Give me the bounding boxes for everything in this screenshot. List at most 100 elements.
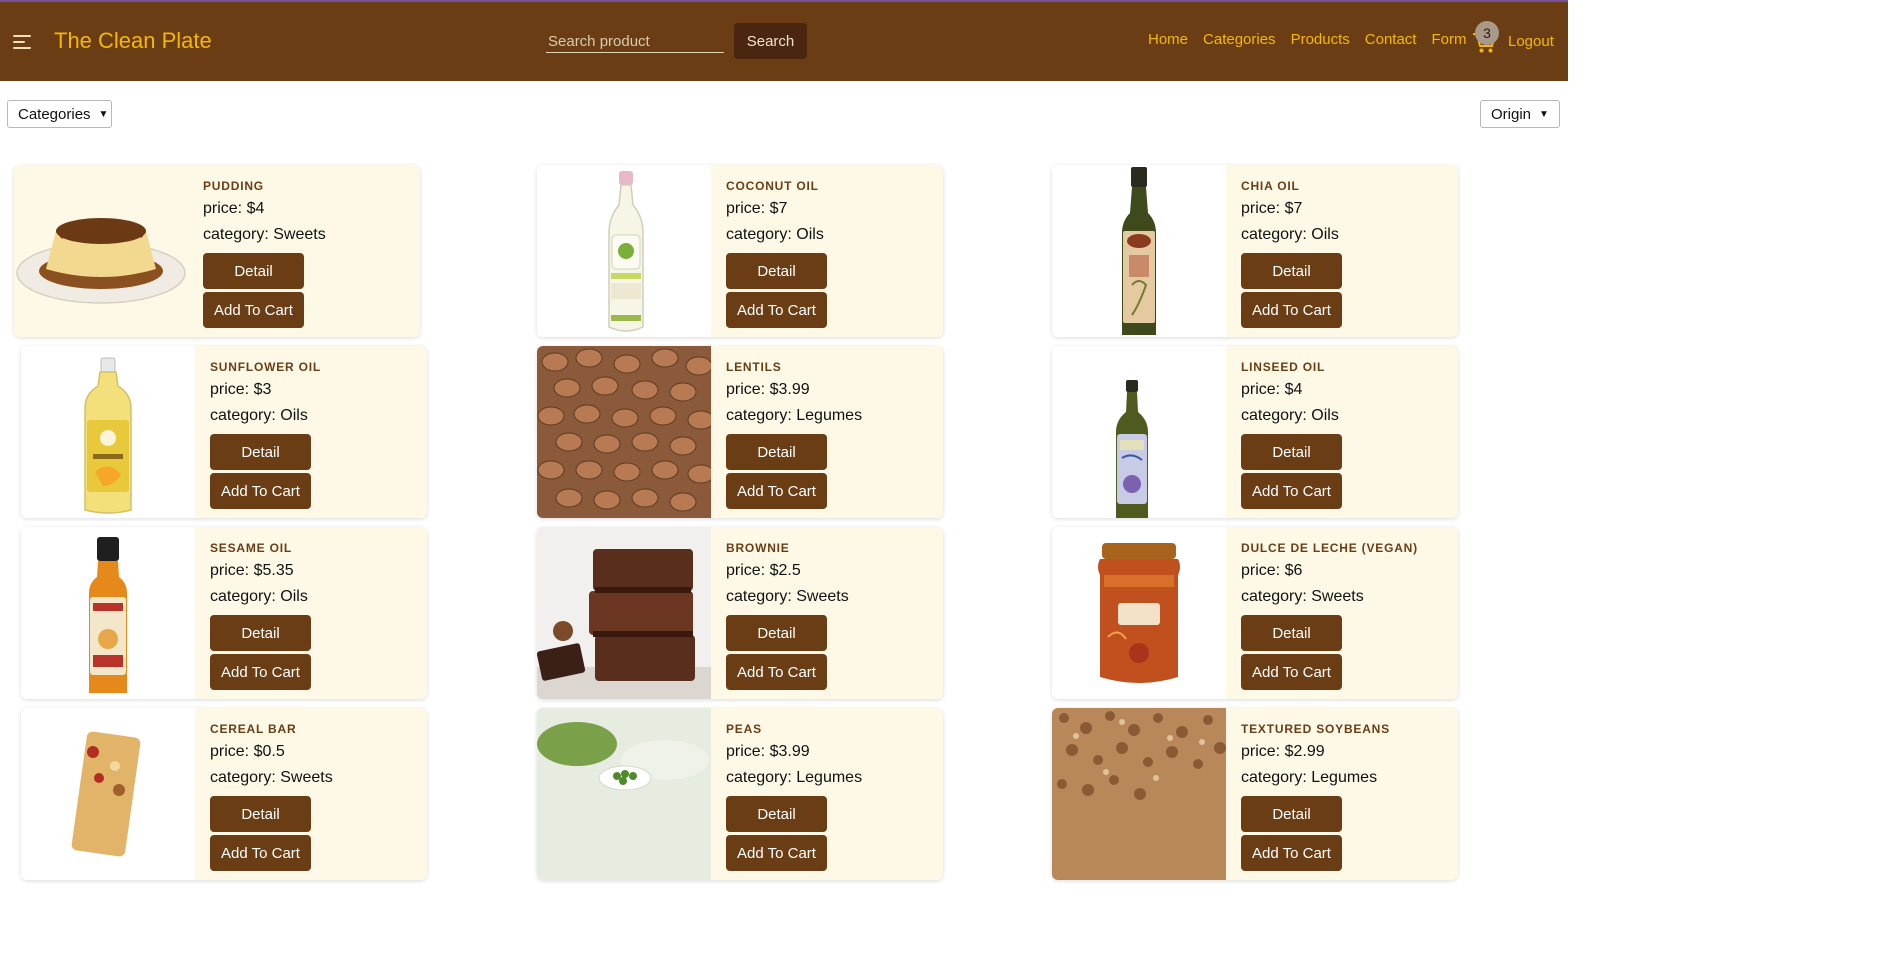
nav-link-home[interactable]: Home bbox=[1148, 31, 1188, 48]
product-image bbox=[21, 527, 195, 699]
product-image bbox=[14, 165, 188, 337]
detail-button[interactable]: Detail bbox=[1241, 615, 1342, 651]
product-category: category: Sweets bbox=[1241, 588, 1364, 605]
product-card: LINSEED OIL price: $4 category: Oils Det… bbox=[1052, 346, 1458, 518]
product-name: PEAS bbox=[726, 722, 762, 736]
product-price: price: $4 bbox=[203, 200, 265, 217]
search-button[interactable]: Search bbox=[734, 23, 807, 59]
product-card: LENTILS price: $3.99 category: Legumes D… bbox=[537, 346, 943, 518]
detail-button[interactable]: Detail bbox=[726, 796, 827, 832]
detail-button[interactable]: Detail bbox=[726, 253, 827, 289]
cart-button[interactable]: 3 bbox=[1472, 21, 1499, 53]
product-price: price: $5.35 bbox=[210, 562, 294, 579]
product-category: category: Oils bbox=[1241, 407, 1339, 424]
detail-button[interactable]: Detail bbox=[1241, 434, 1342, 470]
nav-link-products[interactable]: Products bbox=[1291, 31, 1350, 48]
product-card: COCONUT OIL price: $7 category: Oils Det… bbox=[537, 165, 943, 337]
brand-title[interactable]: The Clean Plate bbox=[54, 28, 212, 54]
product-price: price: $2.99 bbox=[1241, 743, 1325, 760]
add-to-cart-button[interactable]: Add To Cart bbox=[1241, 292, 1342, 328]
product-card: CHIA OIL price: $7 category: Oils Detail… bbox=[1052, 165, 1458, 337]
cart-count-badge: 3 bbox=[1475, 21, 1499, 45]
hamburger-menu-icon[interactable] bbox=[13, 35, 31, 49]
product-name: SESAME OIL bbox=[210, 541, 293, 555]
product-image bbox=[1052, 527, 1226, 699]
navbar: The Clean Plate Search Home Categories P… bbox=[0, 2, 1568, 81]
detail-button[interactable]: Detail bbox=[726, 434, 827, 470]
detail-button[interactable]: Detail bbox=[1241, 253, 1342, 289]
detail-button[interactable]: Detail bbox=[1241, 796, 1342, 832]
product-image bbox=[21, 708, 195, 880]
nav-links: Home Categories Products Contact Form bbox=[1148, 31, 1466, 48]
product-category: category: Oils bbox=[210, 588, 308, 605]
add-to-cart-button[interactable]: Add To Cart bbox=[210, 835, 311, 871]
product-card: CEREAL BAR price: $0.5 category: Sweets … bbox=[21, 708, 427, 880]
detail-button[interactable]: Detail bbox=[210, 796, 311, 832]
product-image bbox=[1052, 708, 1226, 880]
nav-link-contact[interactable]: Contact bbox=[1365, 31, 1417, 48]
product-category: category: Oils bbox=[210, 407, 308, 424]
product-card: PUDDING price: $4 category: Sweets Detai… bbox=[14, 165, 420, 337]
product-image bbox=[537, 708, 711, 880]
product-category: category: Oils bbox=[726, 226, 824, 243]
detail-button[interactable]: Detail bbox=[726, 615, 827, 651]
product-card: DULCE DE LECHE (VEGAN) price: $6 categor… bbox=[1052, 527, 1458, 699]
add-to-cart-button[interactable]: Add To Cart bbox=[726, 835, 827, 871]
add-to-cart-button[interactable]: Add To Cart bbox=[726, 292, 827, 328]
product-category: category: Sweets bbox=[726, 588, 849, 605]
product-name: COCONUT OIL bbox=[726, 179, 819, 193]
product-name: CHIA OIL bbox=[1241, 179, 1300, 193]
product-name: LENTILS bbox=[726, 360, 782, 374]
add-to-cart-button[interactable]: Add To Cart bbox=[210, 473, 311, 509]
product-category: category: Sweets bbox=[210, 769, 333, 786]
product-price: price: $3.99 bbox=[726, 743, 810, 760]
categories-select-value: Categories bbox=[18, 105, 91, 123]
product-price: price: $4 bbox=[1241, 381, 1303, 398]
origin-select[interactable]: Origin ▼ bbox=[1480, 100, 1560, 128]
detail-button[interactable]: Detail bbox=[210, 615, 311, 651]
detail-button[interactable]: Detail bbox=[210, 434, 311, 470]
detail-button[interactable]: Detail bbox=[203, 253, 304, 289]
product-card: SUNFLOWER OIL price: $3 category: Oils D… bbox=[21, 346, 427, 518]
product-name: CEREAL BAR bbox=[210, 722, 297, 736]
origin-select-value: Origin bbox=[1491, 105, 1532, 123]
nav-link-form[interactable]: Form bbox=[1431, 31, 1466, 48]
product-category: category: Legumes bbox=[1241, 769, 1378, 786]
add-to-cart-button[interactable]: Add To Cart bbox=[726, 473, 827, 509]
product-image bbox=[537, 346, 711, 518]
product-name: LINSEED OIL bbox=[1241, 360, 1326, 374]
add-to-cart-button[interactable]: Add To Cart bbox=[1241, 654, 1342, 690]
product-card: SESAME OIL price: $5.35 category: Oils D… bbox=[21, 527, 427, 699]
product-category: category: Legumes bbox=[726, 769, 863, 786]
product-name: BROWNIE bbox=[726, 541, 790, 555]
product-image bbox=[537, 165, 711, 337]
chevron-down-icon: ▼ bbox=[98, 108, 109, 120]
chevron-down-icon: ▼ bbox=[1539, 108, 1549, 120]
product-name: SUNFLOWER OIL bbox=[210, 360, 322, 374]
search-input[interactable] bbox=[546, 30, 724, 53]
product-price: price: $7 bbox=[1241, 200, 1303, 217]
product-image bbox=[1052, 346, 1226, 518]
product-card: TEXTURED SOYBEANS price: $2.99 category:… bbox=[1052, 708, 1458, 880]
product-price: price: $3.99 bbox=[726, 381, 810, 398]
product-card: PEAS price: $3.99 category: Legumes Deta… bbox=[537, 708, 943, 880]
product-category: category: Sweets bbox=[203, 226, 326, 243]
product-price: price: $0.5 bbox=[210, 743, 285, 760]
categories-select[interactable]: Categories ▼ bbox=[7, 100, 112, 128]
add-to-cart-button[interactable]: Add To Cart bbox=[1241, 473, 1342, 509]
product-image bbox=[21, 346, 195, 518]
add-to-cart-button[interactable]: Add To Cart bbox=[203, 292, 304, 328]
product-price: price: $7 bbox=[726, 200, 788, 217]
product-name: PUDDING bbox=[203, 179, 264, 193]
product-category: category: Legumes bbox=[726, 407, 863, 424]
product-image bbox=[1052, 165, 1226, 337]
product-image bbox=[537, 527, 711, 699]
add-to-cart-button[interactable]: Add To Cart bbox=[726, 654, 827, 690]
add-to-cart-button[interactable]: Add To Cart bbox=[1241, 835, 1342, 871]
product-name: TEXTURED SOYBEANS bbox=[1241, 722, 1390, 736]
product-price: price: $6 bbox=[1241, 562, 1303, 579]
nav-link-categories[interactable]: Categories bbox=[1203, 31, 1276, 48]
product-category: category: Oils bbox=[1241, 226, 1339, 243]
logout-link[interactable]: Logout bbox=[1508, 33, 1554, 50]
add-to-cart-button[interactable]: Add To Cart bbox=[210, 654, 311, 690]
